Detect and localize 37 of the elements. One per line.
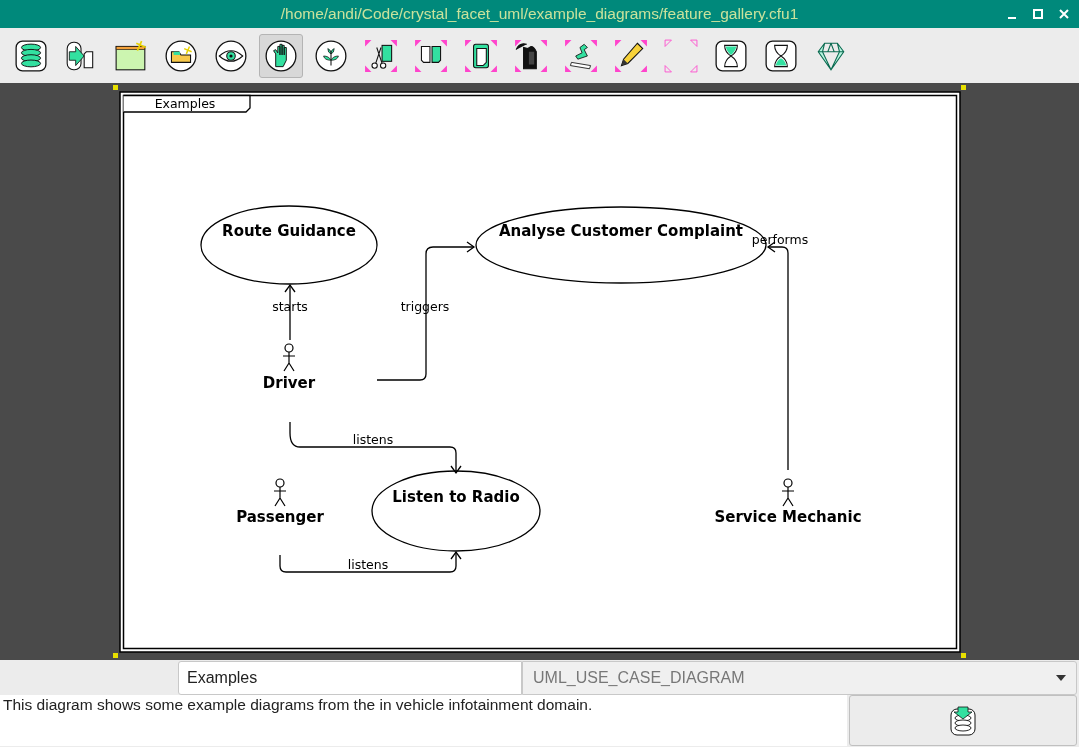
maximize-button[interactable] (1031, 7, 1045, 21)
corners-icon (664, 38, 698, 73)
actor-figure (282, 343, 296, 372)
scissors-icon (364, 38, 398, 73)
copy-icon (414, 38, 448, 73)
stamp-icon (564, 38, 598, 73)
toolbar-button[interactable] (259, 33, 303, 78)
hourglass-icon (714, 38, 748, 73)
hourglass-icon (764, 38, 798, 73)
use-case-name: Analyse Customer Complaint (498, 222, 744, 240)
relation-label: listens (347, 557, 389, 572)
use-case-name: Listen to Radio (392, 488, 520, 506)
use-case-name: Route Guidance (222, 222, 356, 240)
relation-label: listens (352, 432, 394, 447)
figure-icon (514, 38, 548, 73)
actor-figure (781, 478, 795, 507)
actor-figure (273, 478, 287, 507)
actor-name: Passenger (236, 508, 324, 526)
database-download-icon (947, 704, 979, 737)
hand-icon (264, 38, 298, 73)
close-button[interactable] (1057, 7, 1071, 21)
pencil-icon (614, 38, 648, 73)
window-icon (114, 38, 148, 73)
sprout-icon (314, 38, 348, 73)
caret-icon (1056, 675, 1066, 681)
description-field[interactable]: This diagram shows some example diagrams from the in vehicle infotainment domain. (0, 695, 847, 746)
diagram-type-dropdown[interactable]: UML_USE_CASE_DIAGRAM (522, 661, 1077, 695)
folder-icon (164, 38, 198, 73)
eye-icon (214, 38, 248, 73)
database-icon (14, 38, 48, 73)
window-title: /home/andi/Code/crystal_facet_uml/example_diagrams/feature_gallery.cfu1 (280, 5, 799, 23)
save-button[interactable] (849, 695, 1077, 746)
actor-name: Service Mechanic (714, 508, 862, 526)
document-icon (464, 38, 498, 73)
diagram-title: Examples (154, 96, 216, 111)
actor-name: Driver (262, 374, 316, 392)
diagram-name-field[interactable]: Examples (178, 661, 522, 695)
